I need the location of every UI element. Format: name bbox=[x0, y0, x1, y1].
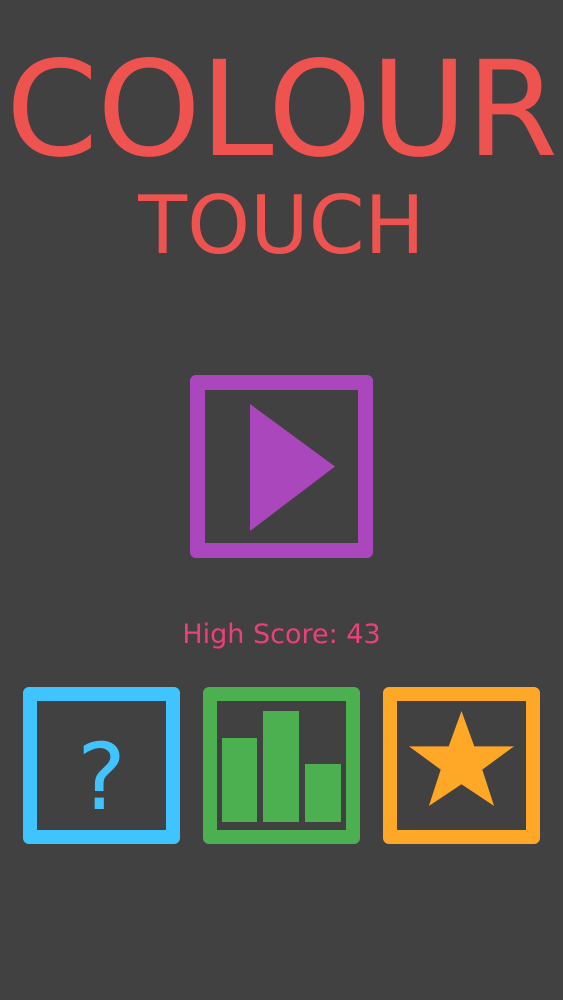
game-title-colour: COLOUR bbox=[5, 33, 558, 187]
bar-chart-bar-right bbox=[305, 764, 341, 822]
high-score-label: High Score: 43 bbox=[182, 619, 381, 650]
bar-chart-icon bbox=[222, 711, 341, 822]
play-button[interactable] bbox=[190, 375, 373, 558]
svg-text:?: ? bbox=[77, 724, 126, 830]
play-icon bbox=[250, 404, 335, 531]
bar-chart-bar-left bbox=[222, 738, 257, 822]
help-button[interactable]: ? bbox=[23, 687, 180, 844]
bar-chart-bar-middle bbox=[263, 711, 299, 822]
stats-button[interactable] bbox=[203, 687, 360, 844]
rate-button[interactable] bbox=[383, 687, 540, 844]
star-icon bbox=[409, 711, 514, 806]
game-title-touch: TOUCH bbox=[138, 179, 425, 272]
question-mark-icon: ? bbox=[77, 724, 126, 830]
